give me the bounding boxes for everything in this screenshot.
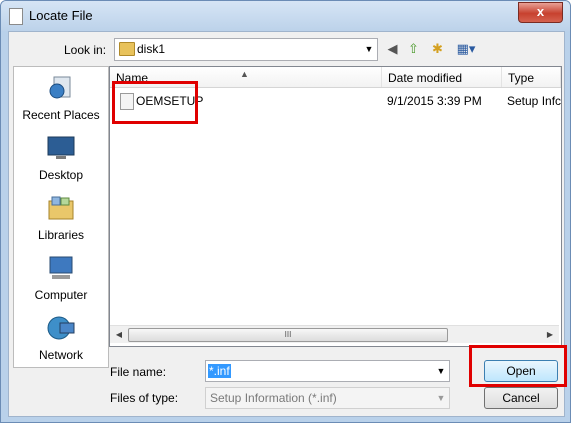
desktop-icon <box>47 136 75 159</box>
filetype-value: Setup Information (*.inf) <box>210 391 337 405</box>
lookin-dropdown[interactable]: disk1 ▼ <box>114 38 378 61</box>
window-title: Locate File <box>29 8 93 23</box>
recent-places-icon <box>49 76 71 99</box>
horizontal-scrollbar[interactable]: ◀ III ▶ <box>110 325 559 343</box>
close-button[interactable]: x <box>518 2 563 23</box>
back-icon[interactable]: ◀ <box>384 40 401 57</box>
place-label: Desktop <box>38 168 84 182</box>
up-folder-icon[interactable]: ⇧ <box>405 40 422 57</box>
place-libraries[interactable]: Libraries <box>14 195 108 242</box>
network-icon <box>47 316 75 340</box>
filetype-label: Files of type: <box>110 391 179 405</box>
highlight-box-file <box>112 81 198 124</box>
title-bar: Locate File x <box>1 1 570 31</box>
file-date: 9/1/2015 3:39 PM <box>387 94 482 108</box>
document-icon <box>9 8 23 25</box>
place-label: Recent Places <box>22 108 100 122</box>
computer-icon <box>49 256 73 279</box>
place-label: Computer <box>34 288 88 302</box>
scroll-left-icon[interactable]: ◀ <box>111 327 127 342</box>
place-computer[interactable]: Computer <box>14 255 108 302</box>
chevron-down-icon[interactable]: ▼ <box>433 361 449 381</box>
place-label: Network <box>38 348 83 362</box>
new-folder-icon[interactable]: ✱ <box>429 40 446 57</box>
locate-file-dialog: Locate File x Look in: disk1 ▼ ◀ ⇧ ✱ ▦▾ … <box>0 0 571 423</box>
places-bar: Recent Places Desktop Libraries Computer… <box>13 66 109 368</box>
chevron-down-icon[interactable]: ▼ <box>433 388 449 408</box>
place-network[interactable]: Network <box>14 315 108 362</box>
filename-input[interactable]: *.inf ▼ <box>205 360 450 382</box>
column-header-date-modified[interactable]: Date modified <box>382 67 502 87</box>
scrollbar-thumb[interactable]: III <box>128 328 448 342</box>
folder-icon <box>119 42 135 56</box>
chevron-down-icon[interactable]: ▼ <box>361 39 377 60</box>
filename-value: *.inf <box>208 364 231 378</box>
cancel-button[interactable]: Cancel <box>484 387 558 409</box>
highlight-box-open <box>469 345 567 387</box>
file-type: Setup Infc <box>507 94 562 108</box>
place-recent-places[interactable]: Recent Places <box>14 75 108 122</box>
column-header-type[interactable]: Type <box>502 67 561 87</box>
filetype-select[interactable]: Setup Information (*.inf) ▼ <box>205 387 450 409</box>
lookin-value: disk1 <box>137 42 166 56</box>
sort-up-icon: ▲ <box>240 69 249 79</box>
libraries-icon <box>48 196 74 220</box>
scroll-right-icon[interactable]: ▶ <box>542 327 558 342</box>
view-menu-icon[interactable]: ▦▾ <box>455 40 477 57</box>
lookin-label: Look in: <box>64 43 107 57</box>
filename-label: File name: <box>110 365 167 379</box>
place-desktop[interactable]: Desktop <box>14 135 108 182</box>
place-label: Libraries <box>37 228 85 242</box>
